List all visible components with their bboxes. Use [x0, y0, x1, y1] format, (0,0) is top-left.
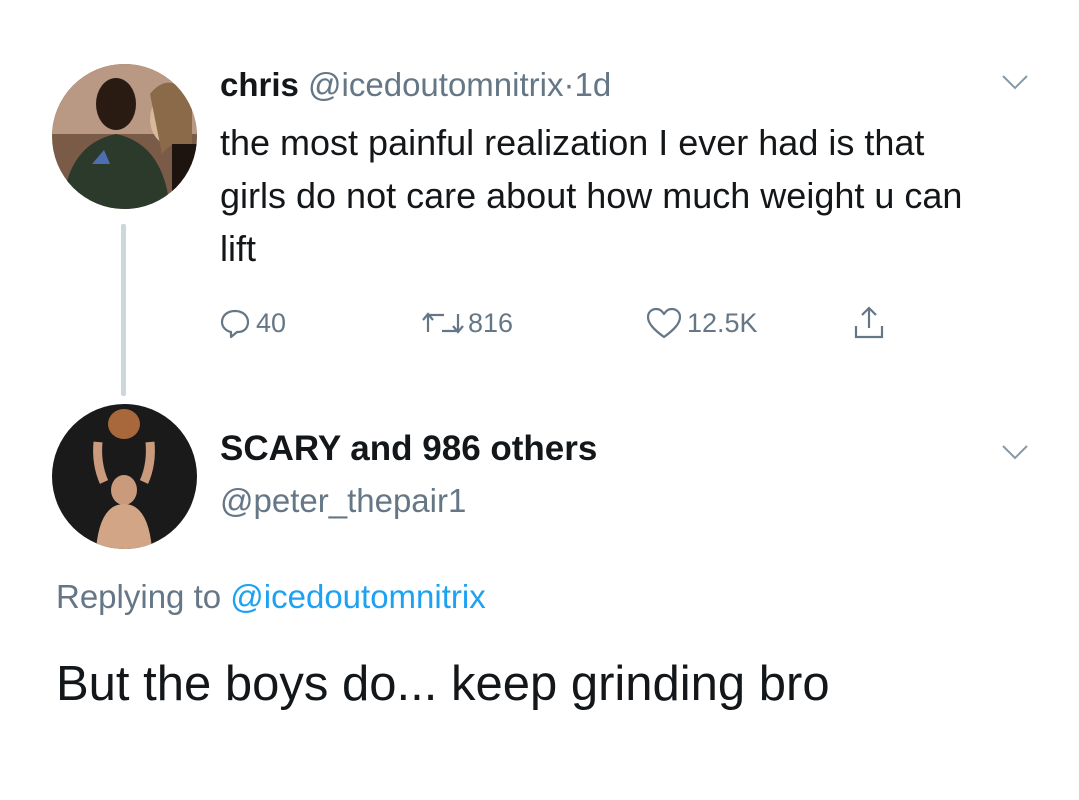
author-handle[interactable]: @icedoutomnitrix — [308, 66, 563, 103]
retweet-arrows-icon — [422, 312, 464, 334]
chevron-down-icon[interactable] — [1000, 442, 1030, 462]
share-upload-icon — [854, 306, 884, 339]
like-count: 12.5K — [687, 307, 758, 338]
header-separator: · — [563, 66, 575, 103]
share-action[interactable] — [852, 300, 890, 346]
chevron-down-icon[interactable] — [1000, 72, 1030, 92]
comment-bubble-icon — [220, 309, 250, 339]
tweet-time[interactable]: 1d — [574, 66, 611, 103]
reply-action[interactable]: 40 — [218, 300, 286, 346]
tweet-text: the most painful realization I ever had … — [220, 122, 963, 269]
retweet-action[interactable]: 816 — [422, 300, 513, 346]
reply-text: But the boys do... keep grinding bro — [56, 657, 830, 711]
like-action[interactable]: 12.5K — [645, 300, 758, 346]
author-name[interactable]: chris — [220, 66, 299, 103]
tweet-header: chris @icedoutomnitrix·1d — [220, 62, 611, 108]
replying-to-line: Replying to @icedoutomnitrix — [56, 574, 486, 620]
avatar-chris[interactable] — [52, 64, 197, 209]
reply-handle[interactable]: @peter_thepair1 — [220, 478, 466, 524]
replying-to-label: Replying to — [56, 578, 222, 615]
replying-to-link[interactable]: @icedoutomnitrix — [230, 578, 485, 615]
avatar-peter[interactable] — [52, 404, 197, 549]
reply-count: 40 — [256, 307, 287, 338]
thread-connector-line — [121, 224, 126, 396]
retweet-count: 816 — [468, 307, 514, 338]
reply-display-name[interactable]: SCARY and 986 others — [220, 426, 597, 472]
heart-icon — [646, 307, 682, 339]
